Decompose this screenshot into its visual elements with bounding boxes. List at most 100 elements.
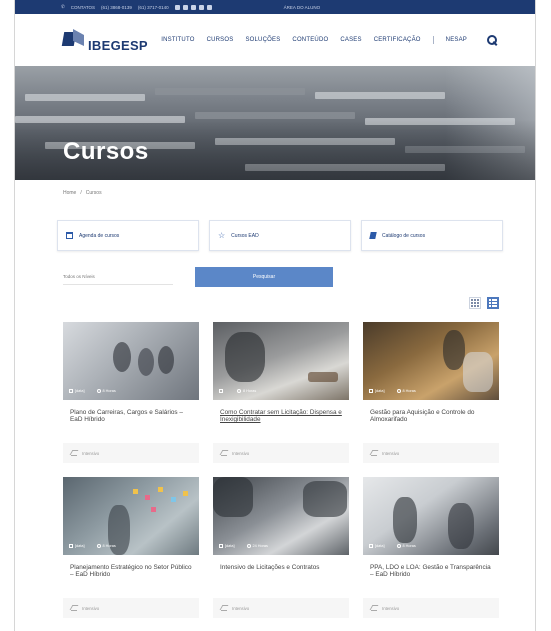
nav-nesap[interactable]: NESAP [446,37,467,43]
nav-divider [432,36,434,44]
course-level-label: Intensivo [82,450,100,456]
course-date: [data] [225,544,235,548]
youtube-icon[interactable] [198,4,204,10]
phone-1: (61) 3868-0139 [101,4,132,10]
course-image[interactable]: [data] 8 Horas [363,322,499,400]
clock-icon [237,389,241,393]
clock-icon [96,389,101,393]
calendar-icon [69,389,73,393]
list-view-icon[interactable] [487,297,499,309]
email-icon[interactable] [206,4,212,10]
quick-links: Agenda de cursos ☆ Cursos EAD Catálogo d… [15,220,535,251]
phone-2: (61) 3717-0140 [137,4,169,10]
course-level-label: Intensivo [232,450,250,456]
course-grid: [data] 8 Horas Plano de Carreiras, Cargo… [63,322,499,618]
logo[interactable]: IBEGESP [61,28,148,53]
course-image[interactable]: [data] 24 Horas [213,477,349,555]
breadcrumb-separator: / [80,190,82,196]
nav-cases[interactable]: CASES [340,37,361,43]
clock-icon [96,544,101,548]
contact-link[interactable]: CONTATOS [71,5,95,10]
course-hours: 8 Horas [402,544,416,548]
course-card[interactable]: [data] 8 Horas Planejamento Estratégico … [63,477,199,618]
course-title[interactable]: Como Contratar sem Licitação: Dispensa e… [213,400,349,437]
course-card[interactable]: [data] 8 Horas PPA, LDO e LOA: Gestão e … [363,477,499,618]
ead-link[interactable]: ☆ Cursos EAD [209,220,351,251]
course-title[interactable]: Plano de Carreiras, Cargos e Salários – … [63,400,199,437]
clock-icon [396,544,401,548]
clock-icon [396,389,401,393]
clock-icon [246,544,251,548]
calendar-icon [369,544,373,548]
course-card[interactable]: [data] 8 Horas Gestão para Aquisição e C… [363,322,499,463]
course-level: Intensivo [63,598,199,618]
course-card[interactable]: 8 Horas Como Contratar sem Licitação: Di… [213,322,349,463]
course-filters: Pesquisar [15,267,535,287]
nav-solucoes[interactable]: SOLUÇÕES [245,37,280,43]
logo-text: IBEGESP [88,37,148,53]
main-nav: INSTITUTO CURSOS SOLUÇÕES CONTEÚDO CASES… [161,35,497,45]
search-button[interactable]: Pesquisar [195,267,333,287]
course-image[interactable]: [data] 8 Horas [363,477,499,555]
course-hours: 24 Horas [252,544,268,548]
course-hours: 8 Horas [243,389,257,393]
course-date: [data] [375,544,385,548]
course-image[interactable]: [data] 8 Horas [63,477,199,555]
logo-mark-icon [61,29,85,51]
course-card[interactable]: [data] 8 Horas Plano de Carreiras, Cargo… [63,322,199,463]
course-date: [data] [75,544,85,548]
breadcrumb: Home / Cursos [15,180,535,206]
nav-certificacao[interactable]: CERTIFICAÇÃO [374,37,421,43]
view-toggle [469,297,499,309]
linkedin-icon[interactable] [190,4,196,10]
course-title[interactable]: Intensivo de Licitações e Contratos [213,555,349,592]
nav-instituto[interactable]: INSTITUTO [161,37,194,43]
course-title[interactable]: Gestão para Aquisição e Controle do Almo… [363,400,499,437]
contact-icon: ✆ [61,4,65,9]
course-card[interactable]: [data] 24 Horas Intensivo de Licitações … [213,477,349,618]
course-level-label: Intensivo [82,605,100,611]
breadcrumb-home[interactable]: Home [63,190,76,196]
page-frame: ✆ CONTATOS (61) 3868-0139 (61) 3717-0140… [14,0,536,631]
level-icon [371,606,377,611]
calendar-icon [69,544,73,548]
grid-view-icon[interactable] [469,297,481,309]
instagram-icon[interactable] [174,4,180,10]
course-title[interactable]: Planejamento Estratégico no Setor Públic… [63,555,199,592]
course-date: [data] [75,389,85,393]
course-level: Intensivo [63,443,199,463]
hero-banner: Cursos [15,66,535,180]
level-icon [221,451,227,456]
course-hours: 8 Horas [102,544,116,548]
top-bar: ✆ CONTATOS (61) 3868-0139 (61) 3717-0140… [15,0,535,14]
course-image[interactable]: 8 Horas [213,322,349,400]
course-level-label: Intensivo [232,605,250,611]
course-level: Intensivo [213,598,349,618]
student-area-link[interactable]: ÁREA DO ALUNO [284,5,321,10]
course-date: [data] [375,389,385,393]
search-icon[interactable] [487,35,497,45]
level-select[interactable] [63,269,173,285]
nav-conteudo[interactable]: CONTEÚDO [292,37,328,43]
calendar-icon [66,232,73,239]
book-icon [369,232,377,239]
course-hours: 8 Horas [102,389,116,393]
facebook-icon[interactable] [182,4,188,10]
course-image[interactable]: [data] 8 Horas [63,322,199,400]
nav-cursos[interactable]: CURSOS [207,37,234,43]
course-level: Intensivo [363,598,499,618]
catalog-label: Catálogo de cursos [382,232,426,239]
agenda-label: Agenda de cursos [79,232,120,239]
level-icon [371,451,377,456]
site-header: IBEGESP INSTITUTO CURSOS SOLUÇÕES CONTEÚ… [15,14,535,66]
course-level-label: Intensivo [382,450,400,456]
star-icon: ☆ [218,231,226,240]
page-title: Cursos [63,138,149,165]
calendar-icon [219,389,223,393]
course-title[interactable]: PPA, LDO e LOA: Gestão e Transparência –… [363,555,499,592]
breadcrumb-current: Cursos [85,190,102,196]
level-icon [71,606,77,611]
catalog-link[interactable]: Catálogo de cursos [361,220,503,251]
level-icon [71,451,77,456]
agenda-link[interactable]: Agenda de cursos [57,220,199,251]
